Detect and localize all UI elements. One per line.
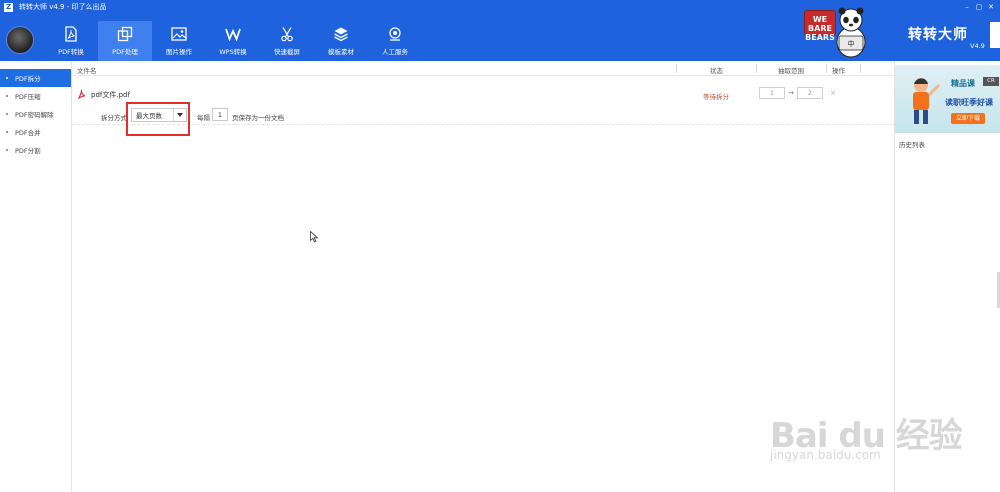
bullet-icon (6, 77, 8, 79)
avatar[interactable] (6, 26, 34, 54)
column-header-range: 抽取范围 (778, 67, 804, 75)
highlight-box (126, 102, 190, 136)
sidebar-item-pdf-merge[interactable]: PDF合并 (0, 123, 71, 141)
delete-icon[interactable]: × (830, 89, 836, 97)
wps-icon (225, 26, 241, 42)
bullet-icon (6, 95, 8, 97)
nav-screenshot[interactable]: 快速截屏 (260, 21, 314, 61)
sidebar-item-pdf-compress[interactable]: PDF压缩 (0, 87, 71, 105)
minimize-icon[interactable]: – (962, 2, 972, 12)
promo-sub-text: 中 (848, 39, 855, 48)
nav-pdf-process[interactable]: PDF处理 (98, 21, 152, 61)
pdf-process-icon (117, 26, 133, 42)
bullet-icon (6, 149, 8, 151)
sidebar-item-label: PDF压缩 (15, 93, 41, 101)
title-bar: Z 转转大师 v4.9 - 印了么出品 (0, 0, 106, 14)
brand-name: 转转大师 (908, 27, 968, 43)
promo-bears-banner[interactable]: WE BARE BEARS 中 (794, 4, 874, 60)
pdf-icon (63, 26, 79, 42)
sidebar-item-label: PDF分割 (15, 147, 41, 155)
window-controls: – ▢ ✕ (962, 0, 996, 14)
history-list-label: 历史列表 (899, 141, 925, 149)
bullet-icon (6, 131, 8, 133)
nav-label: 模板素材 (328, 48, 354, 56)
ad-close-button[interactable]: CR (983, 77, 999, 86)
nav-label: PDF转换 (58, 48, 84, 56)
bullet-icon (6, 113, 8, 115)
nav-pdf-convert[interactable]: PDF转换 (44, 21, 98, 61)
sidebar: PDF拆分 PDF压缩 PDF密码解除 PDF合并 PDF分割 (0, 61, 72, 492)
nav-label: 图片操作 (166, 48, 192, 56)
window-title: 转转大师 v4.9 - 印了么出品 (19, 3, 107, 11)
mouse-cursor-icon (310, 231, 318, 243)
nav-templates[interactable]: 模板素材 (314, 21, 368, 61)
main-nav: PDF转换 PDF处理 图片操作 WPS转换 快速截屏 模板素材 人工服务 (44, 21, 422, 61)
sidebar-item-label: PDF合并 (15, 129, 41, 137)
brand-mark-icon (990, 22, 1000, 48)
panda-illustration: 中 (836, 7, 866, 58)
column-divider (860, 64, 861, 73)
table-header: 文件名 状态 抽取范围 操作 (72, 61, 894, 76)
range-to-input[interactable]: 2 (797, 87, 823, 99)
app-logo-icon: Z (4, 2, 13, 12)
ad-download-button[interactable]: 立即下载 (951, 113, 985, 124)
nav-label: 快速截屏 (274, 48, 300, 56)
file-name: pdf文件.pdf (91, 91, 130, 99)
pages-label: 页保存为一份文档 (232, 114, 284, 122)
every-pages-input[interactable]: 1 (212, 108, 228, 121)
nav-label: 人工服务 (382, 48, 408, 56)
layers-icon (333, 26, 349, 42)
support-icon (387, 26, 403, 42)
nav-label: PDF处理 (112, 48, 138, 56)
sidebar-item-label: PDF密码解除 (15, 111, 54, 119)
column-header-action: 操作 (832, 67, 845, 75)
ad-banner[interactable]: CR 精品课 读职旺季好课 立即下载 (895, 65, 1000, 133)
image-icon (171, 26, 187, 42)
nav-image[interactable]: 图片操作 (152, 21, 206, 61)
split-method-label: 拆分方式 (101, 114, 127, 122)
sidebar-item-pdf-unlock[interactable]: PDF密码解除 (0, 105, 71, 123)
column-divider (756, 64, 757, 73)
column-divider (826, 64, 827, 73)
maximize-icon[interactable]: ▢ (974, 2, 984, 12)
sidebar-item-pdf-split[interactable]: PDF拆分 (0, 69, 71, 87)
column-divider (676, 64, 677, 73)
ad-subtitle: 读职旺季好课 (945, 98, 993, 107)
scissors-icon (279, 26, 295, 42)
column-header-status: 状态 (710, 67, 723, 75)
app-header: Z 转转大师 v4.9 - 印了么出品 – ▢ ✕ PDF转换 PDF处理 图片… (0, 0, 1000, 61)
pdf-file-icon (78, 89, 86, 99)
bears-sign: WE BARE BEARS (804, 10, 836, 42)
ad-illustration (913, 78, 941, 124)
range-from-input[interactable]: 1 (759, 87, 785, 99)
brand-version: V4.9 (970, 42, 985, 50)
nav-label: WPS转换 (219, 48, 247, 56)
sidebar-item-pdf-divide[interactable]: PDF分割 (0, 141, 71, 159)
column-header-name: 文件名 (77, 67, 97, 75)
sidebar-item-label: PDF拆分 (15, 75, 41, 83)
close-icon[interactable]: ✕ (986, 2, 996, 12)
nav-support[interactable]: 人工服务 (368, 21, 422, 61)
watermark-url: jingyan.baidu.com (770, 448, 881, 462)
table-row[interactable]: pdf文件.pdf 等待拆分 1 → 2 × 拆分方式 最大页数 每隔 1 页保… (72, 77, 894, 125)
status-badge: 等待拆分 (703, 93, 729, 101)
arrow-right-icon: → (788, 89, 794, 97)
every-label: 每隔 (197, 114, 210, 122)
nav-wps[interactable]: WPS转换 (206, 21, 260, 61)
ad-title: 精品课 (951, 79, 975, 88)
